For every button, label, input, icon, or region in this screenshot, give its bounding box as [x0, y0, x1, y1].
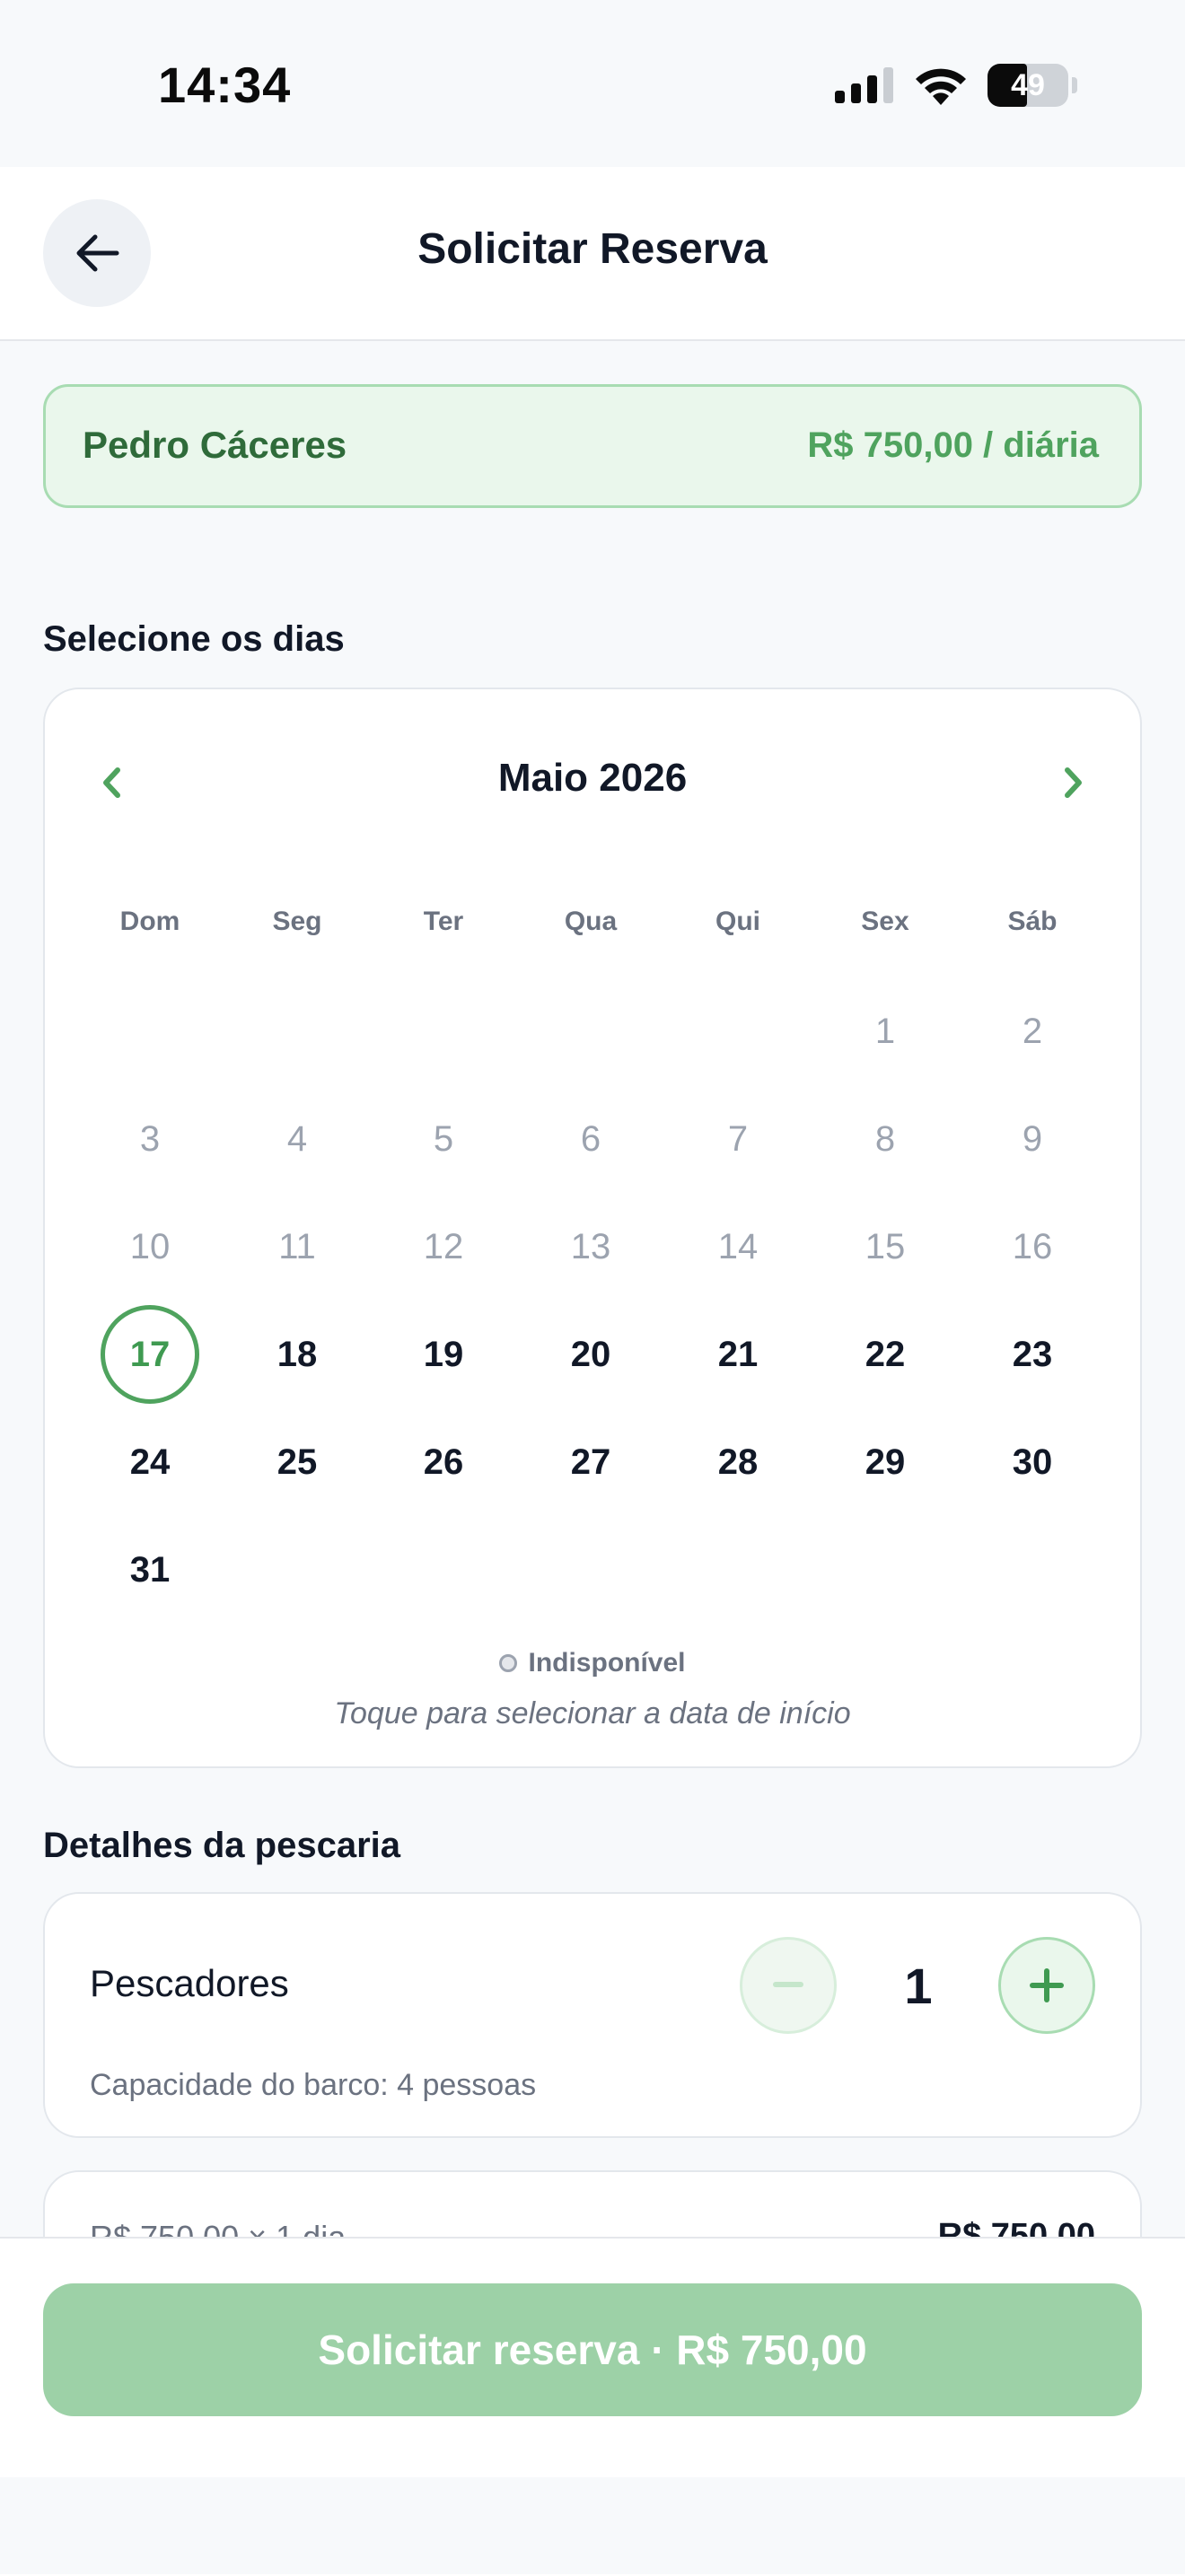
month-title: Maio 2026 [497, 756, 688, 800]
calendar-day[interactable]: 26 [394, 1413, 493, 1511]
calendar-day: 16 [1012, 1226, 1053, 1266]
chevron-right-icon [1065, 767, 1082, 798]
calendar-day[interactable]: 22 [836, 1305, 935, 1404]
calendar-day: 2 [1022, 1011, 1043, 1051]
calendar-day: 12 [423, 1226, 464, 1266]
calendar-day: 6 [580, 1118, 601, 1159]
status-time: 14:34 [158, 57, 292, 113]
minus-icon [773, 1982, 803, 1987]
calendar-day: 9 [1022, 1118, 1043, 1159]
weekday-label: Sex [861, 907, 909, 936]
calendar-day[interactable]: 30 [983, 1413, 1082, 1511]
calendar-day: 11 [278, 1226, 316, 1266]
calendar-day: 15 [865, 1226, 906, 1266]
decrease-fishers-button[interactable] [740, 1937, 837, 2034]
calendar-day: 4 [286, 1118, 308, 1159]
daily-rate: R$ 750,00 / diária [807, 425, 1099, 465]
plus-icon [1030, 1968, 1064, 2002]
calendar-day[interactable]: 25 [248, 1413, 347, 1511]
calendar-day[interactable]: 23 [983, 1305, 1082, 1404]
unavailable-dot-icon [499, 1654, 518, 1672]
calendar-day[interactable]: 20 [541, 1305, 640, 1404]
increase-fishers-button[interactable] [998, 1937, 1095, 2034]
calendar-day: 7 [727, 1118, 749, 1159]
calendar-day-today[interactable]: 17 [101, 1305, 199, 1404]
weekday-label: Qua [564, 907, 618, 936]
calendar-day: 3 [139, 1118, 161, 1159]
weekday-label: Dom [119, 907, 180, 936]
home-indicator-area [0, 2477, 1185, 2574]
request-booking-button[interactable]: Solicitar reserva · R$ 750,00 [43, 2283, 1142, 2416]
battery-icon: 49 [988, 64, 1077, 107]
calendar-day: 13 [570, 1226, 611, 1266]
calendar-day[interactable]: 28 [689, 1413, 787, 1511]
calendar-day: 1 [874, 1011, 896, 1051]
fishers-count: 1 [904, 1958, 933, 2014]
wifi-icon [916, 68, 966, 105]
page-title: Solicitar Reserva [417, 225, 768, 273]
calendar-day: 10 [129, 1226, 171, 1266]
capacity-note: Capacidade do barco: 4 pessoas [90, 2068, 537, 2102]
calendar-day[interactable]: 18 [248, 1305, 347, 1404]
next-month-button[interactable] [1038, 747, 1110, 819]
calendar-section-heading: Selecione os dias [43, 619, 345, 659]
calendar-day: 5 [433, 1118, 454, 1159]
status-icons: 49 [835, 63, 1077, 108]
calendar-day[interactable]: 29 [836, 1413, 935, 1511]
weekday-label: Seg [272, 907, 322, 936]
calendar-day[interactable]: 31 [101, 1520, 199, 1619]
calendar-day[interactable]: 27 [541, 1413, 640, 1511]
captain-name: Pedro Cáceres [83, 424, 347, 466]
calendar-day[interactable]: 19 [394, 1305, 493, 1404]
battery-level: 49 [1011, 67, 1045, 102]
legend-label: Indisponível [528, 1648, 686, 1678]
calendar-day: 14 [717, 1226, 759, 1266]
calendar-day: 8 [874, 1118, 896, 1159]
calendar-day[interactable]: 24 [101, 1413, 199, 1511]
cellular-signal-icon [835, 67, 893, 103]
weekday-label: Qui [715, 907, 760, 936]
calendar-day[interactable]: 21 [689, 1305, 787, 1404]
details-section-heading: Detalhes da pescaria [43, 1826, 400, 1865]
calendar-hint: Toque para selecionar a data de início [334, 1696, 851, 1730]
calendar-legend: Indisponível [0, 1648, 1185, 1678]
weekday-label: Sáb [1007, 907, 1058, 936]
weekday-label: Ter [423, 907, 464, 936]
fishers-label: Pescadores [90, 1962, 289, 2004]
